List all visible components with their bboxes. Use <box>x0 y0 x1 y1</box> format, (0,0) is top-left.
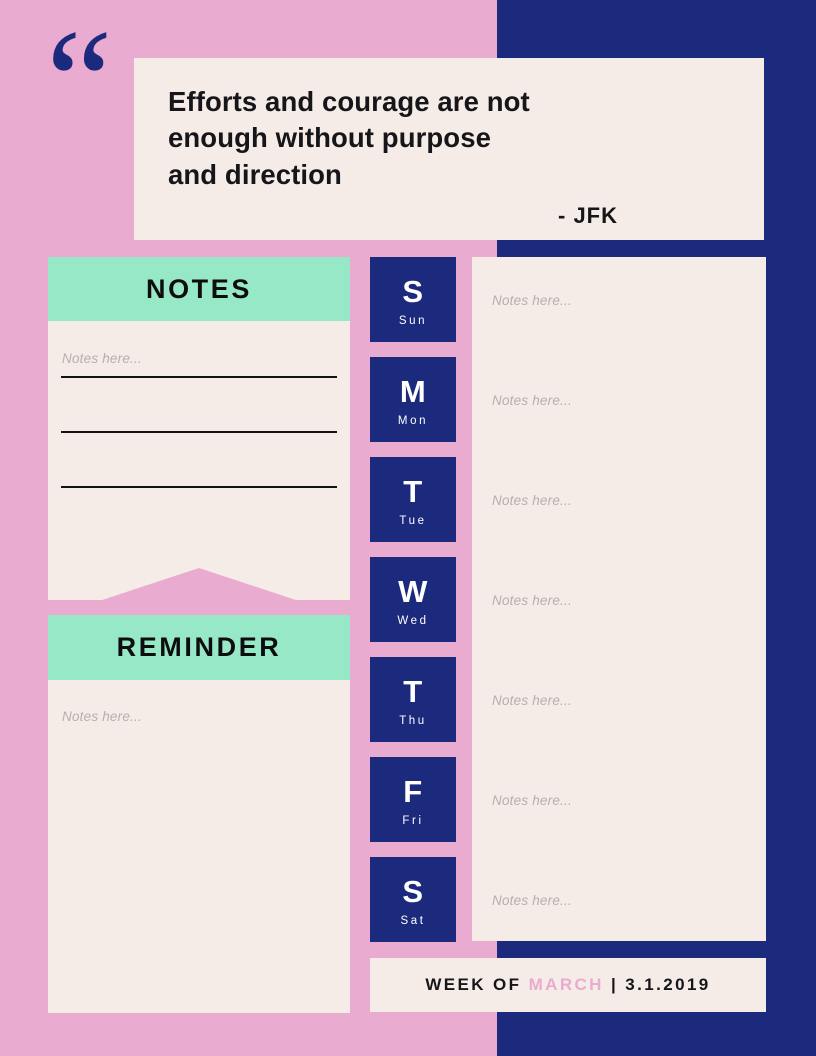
notes-rule-line <box>61 431 337 433</box>
daily-note-row-mon[interactable]: Notes here... <box>472 357 766 457</box>
reminder-card-body[interactable]: Notes here... <box>48 680 350 1013</box>
day-abbreviation: Sun <box>398 314 428 327</box>
daily-note-row-wed[interactable]: Notes here... <box>472 557 766 657</box>
day-letter: M <box>399 373 427 409</box>
daily-note-placeholder[interactable]: Notes here... <box>492 593 572 608</box>
week-of-label: WEEK OF MARCH | 3.1.2019 <box>425 975 710 995</box>
reminder-card: REMINDER Notes here... <box>48 615 350 1013</box>
reminder-card-title: REMINDER <box>48 615 350 680</box>
reminder-placeholder[interactable]: Notes here... <box>62 709 142 724</box>
daily-note-placeholder[interactable]: Notes here... <box>492 693 572 708</box>
day-letter: T <box>403 473 423 509</box>
day-letter: T <box>403 673 423 709</box>
day-tile-thu[interactable]: T Thu <box>370 657 456 742</box>
day-tile-wed[interactable]: W Wed <box>370 557 456 642</box>
notes-placeholder[interactable]: Notes here... <box>62 351 142 366</box>
daily-note-row-thu[interactable]: Notes here... <box>472 657 766 757</box>
notes-card-title: NOTES <box>48 257 350 321</box>
weekly-planner-page: “ Efforts and courage are not enough wit… <box>0 0 816 1056</box>
day-abbreviation: Sat <box>400 914 426 927</box>
notes-chevron-accent <box>48 568 350 600</box>
daily-note-row-sat[interactable]: Notes here... <box>472 857 766 957</box>
daily-note-placeholder[interactable]: Notes here... <box>492 493 572 508</box>
notes-card: NOTES Notes here... <box>48 257 350 600</box>
day-tile-fri[interactable]: F Fri <box>370 757 456 842</box>
week-of-month: MARCH <box>528 975 604 994</box>
day-letter: F <box>403 773 423 809</box>
day-letter: S <box>402 873 424 909</box>
week-of-date: | 3.1.2019 <box>603 975 711 994</box>
day-abbreviation: Tue <box>399 514 427 527</box>
quotation-mark-icon: “ <box>46 24 124 84</box>
quote-card: Efforts and courage are not enough witho… <box>134 58 764 240</box>
daily-note-placeholder[interactable]: Notes here... <box>492 293 572 308</box>
day-letter: S <box>402 273 424 309</box>
day-tiles-column: S Sun M Mon T Tue W Wed T Thu F Fri S Sat <box>370 257 456 942</box>
quote-author: - JFK <box>558 202 618 228</box>
day-tile-mon[interactable]: M Mon <box>370 357 456 442</box>
day-tile-sat[interactable]: S Sat <box>370 857 456 942</box>
notes-rule-line <box>61 486 337 488</box>
daily-notes-panel: Notes here... Notes here... Notes here... N… <box>472 257 766 941</box>
day-abbreviation: Thu <box>399 714 427 727</box>
day-abbreviation: Fri <box>402 814 424 827</box>
day-tile-sun[interactable]: S Sun <box>370 257 456 342</box>
day-abbreviation: Wed <box>397 614 429 627</box>
daily-note-placeholder[interactable]: Notes here... <box>492 893 572 908</box>
day-letter: W <box>398 573 428 609</box>
quote-text: Efforts and courage are not enough witho… <box>168 86 530 190</box>
notes-card-body[interactable]: Notes here... <box>48 321 350 600</box>
week-of-prefix: WEEK OF <box>425 975 529 994</box>
notes-rule-line <box>61 376 337 378</box>
daily-note-row-tue[interactable]: Notes here... <box>472 457 766 557</box>
daily-note-placeholder[interactable]: Notes here... <box>492 393 572 408</box>
day-tile-tue[interactable]: T Tue <box>370 457 456 542</box>
daily-note-row-fri[interactable]: Notes here... <box>472 757 766 857</box>
daily-note-row-sun[interactable]: Notes here... <box>472 257 766 357</box>
daily-note-placeholder[interactable]: Notes here... <box>492 793 572 808</box>
day-abbreviation: Mon <box>397 414 429 427</box>
week-of-footer-bar: WEEK OF MARCH | 3.1.2019 <box>370 958 766 1012</box>
